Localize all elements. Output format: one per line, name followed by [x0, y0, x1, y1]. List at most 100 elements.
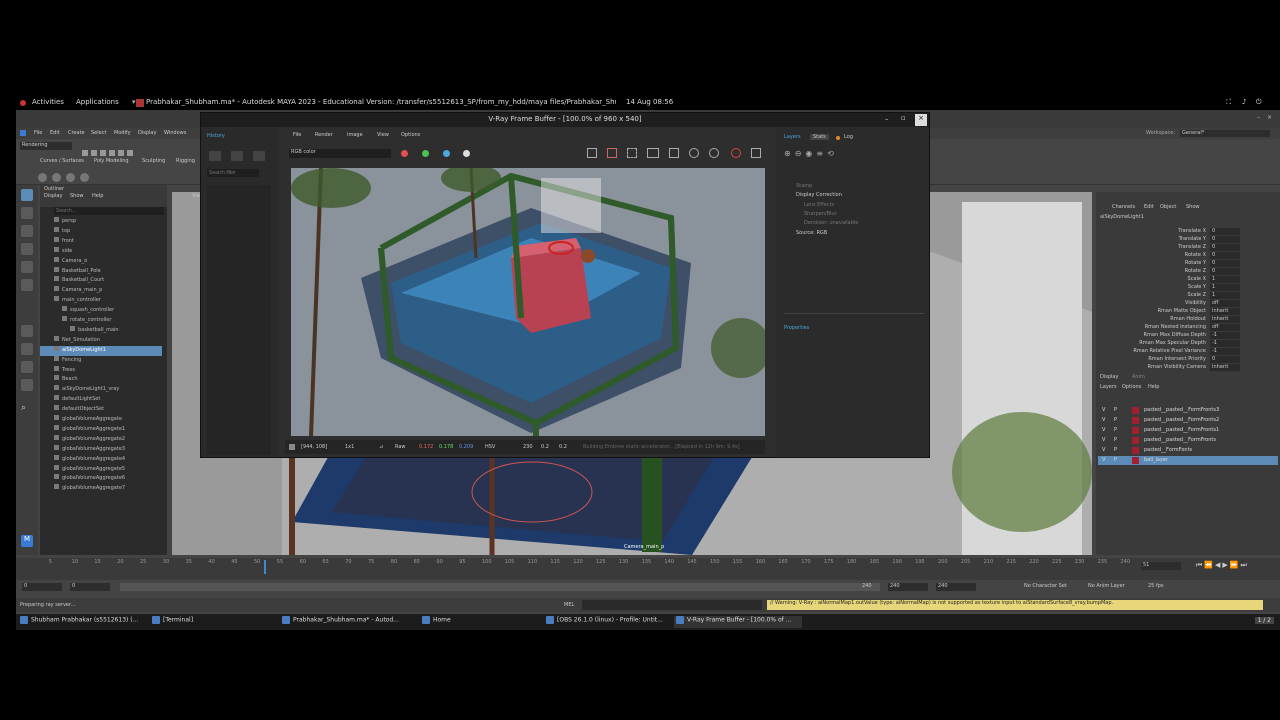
vfb-layer-item[interactable]: Stamp	[784, 183, 924, 191]
tab-stats[interactable]: Stats	[810, 134, 829, 140]
taskbar-item[interactable]: V-Ray Frame Buffer - [100.0% of ...	[674, 616, 802, 628]
network-icon[interactable]: ⛶	[1226, 98, 1231, 107]
outliner-item[interactable]: persp	[40, 217, 162, 227]
outliner-item[interactable]: side	[40, 246, 162, 257]
display-layer-row[interactable]: V Ppasted__FormFonts	[1098, 446, 1278, 455]
layer-name[interactable]: pasted__pasted__FormFronts3	[1144, 407, 1219, 413]
menu-modify[interactable]: Modify	[114, 130, 131, 136]
shelf-tab-curves[interactable]: Curves / Surfaces	[40, 158, 84, 164]
outliner-item[interactable]: Basketball_Court	[40, 276, 162, 286]
outliner-item[interactable]: Beach	[40, 375, 162, 385]
layer-name[interactable]: pasted__pasted__FormFronts2	[1144, 417, 1219, 423]
vfb-menu-options[interactable]: Options	[401, 132, 420, 138]
channel-attr-value[interactable]: 0	[1210, 268, 1240, 275]
vfb-layer-item[interactable]: Denoiser: unavailable	[784, 220, 924, 228]
taskbar-item[interactable]: [Terminal]	[150, 616, 276, 628]
fps-dropdown[interactable]: 25 fps	[1148, 583, 1164, 589]
layer-name[interactable]: pasted__pasted__FormFronts1	[1144, 427, 1219, 433]
display-layer-row[interactable]: V Pball_layer	[1098, 456, 1278, 465]
outliner-item[interactable]: squash_controller	[40, 306, 162, 316]
menu-select[interactable]: Select	[91, 130, 106, 136]
anim-end-field[interactable]: 240	[936, 583, 976, 591]
outliner-item[interactable]: Basketball_Pole	[40, 266, 162, 277]
anim-start-field[interactable]: 0	[70, 583, 110, 591]
outliner-item[interactable]: globalVolumeAggregate1	[40, 424, 162, 435]
outliner-item[interactable]: defaultLightSet	[40, 395, 162, 405]
layout-four-icon[interactable]	[21, 343, 33, 355]
outliner-menu-show[interactable]: Show	[70, 193, 84, 199]
layer-color-swatch[interactable]	[1132, 407, 1139, 414]
layer-playback-toggle[interactable]: P	[1114, 427, 1117, 433]
layer-name[interactable]: pasted__pasted__FormFronts	[1144, 437, 1216, 443]
channel-attr-value[interactable]: Inherit	[1210, 308, 1240, 315]
outliner-item[interactable]: basketball_main	[40, 325, 162, 336]
channel-attr-value[interactable]: 0	[1210, 244, 1240, 251]
time-slider[interactable]: 5 10 15 20 25 30 35 40 45 50 55 60 65 70 75 80 85 90 95 100…	[16, 558, 1280, 580]
vfb-menu-render[interactable]: Render	[315, 132, 333, 138]
outliner-item[interactable]: globalVolumeAggregate4	[40, 454, 162, 465]
close-icon[interactable]: ×	[915, 114, 927, 126]
layer-color-swatch[interactable]	[1132, 447, 1139, 454]
display-layer-row[interactable]: V Ppasted__pasted__FormFronts1	[1098, 426, 1278, 435]
channel-attr-value[interactable]: 1	[1210, 292, 1240, 299]
channel-menu-channels[interactable]: Channels	[1112, 204, 1135, 210]
power-icon[interactable]: ⏻	[1256, 98, 1262, 107]
end-frame-field[interactable]: 240	[888, 583, 928, 591]
move-tool-icon[interactable]	[21, 243, 33, 255]
mode-dropdown[interactable]: Rendering	[20, 142, 72, 150]
clear-image-icon[interactable]	[607, 148, 617, 158]
layer-visibility-toggle[interactable]: V	[1102, 417, 1105, 423]
close-icon[interactable]: ×	[1267, 114, 1272, 121]
vfb-layer-item[interactable]: Source: RGB	[784, 230, 924, 238]
layer-playback-toggle[interactable]: P	[1114, 447, 1117, 453]
display-layer-row[interactable]: V Ppasted__pasted__FormFronts3	[1098, 406, 1278, 415]
outliner-item[interactable]: Camera_o	[40, 256, 162, 267]
current-frame-field[interactable]: 51	[1141, 562, 1181, 570]
history-save-icon[interactable]	[209, 151, 221, 161]
save-image-icon[interactable]	[587, 148, 597, 158]
menu-create[interactable]: Create	[68, 130, 85, 136]
range-bar[interactable]	[120, 583, 880, 591]
display-layer-row[interactable]: V Ppasted__pasted__FormFronts	[1098, 436, 1278, 445]
channel-attr-value[interactable]: 1	[1210, 284, 1240, 291]
layer-name[interactable]: ball_layer	[1144, 457, 1168, 463]
outliner-item[interactable]: defaultObjectSet	[40, 405, 162, 415]
render-icon[interactable]	[689, 148, 699, 158]
channel-attr-value[interactable]: 1	[1210, 276, 1240, 283]
workspace-indicator[interactable]: 1 / 2	[1254, 617, 1274, 624]
history-load-icon[interactable]	[231, 151, 243, 161]
layer-name[interactable]: pasted__FormFonts	[1144, 447, 1192, 453]
channel-menu-object[interactable]: Object	[1160, 204, 1176, 210]
raw-toggle[interactable]: Raw	[395, 444, 406, 450]
minimize-icon[interactable]: –	[885, 115, 889, 123]
menu-windows[interactable]: Windows	[164, 130, 186, 136]
outliner-item[interactable]: front	[40, 236, 162, 247]
mel-input[interactable]	[582, 600, 762, 610]
layer-visibility-toggle[interactable]: V	[1102, 447, 1105, 453]
outliner-item[interactable]: rotate_controller	[40, 316, 162, 326]
layer-menu-layers[interactable]: Layers	[1100, 384, 1117, 390]
outliner-item[interactable]: main_controller	[40, 296, 162, 306]
layer-tool-icons[interactable]: ⊕⊖◉≡⟲	[784, 149, 924, 161]
outliner-item[interactable]: globalVolumeAggregate7	[40, 484, 162, 494]
start-frame-field[interactable]: 0	[22, 583, 62, 591]
channel-attr-value[interactable]: -1	[1210, 332, 1240, 339]
layer-visibility-toggle[interactable]: V	[1102, 457, 1105, 463]
layer-color-swatch[interactable]	[1132, 417, 1139, 424]
outliner-item[interactable]: aiSkyDomeLight1_vray	[40, 385, 162, 395]
vfb-menu-file[interactable]: File	[293, 132, 301, 138]
shelf-buttons[interactable]	[38, 167, 108, 182]
channel-attr-value[interactable]: 0	[1210, 356, 1240, 363]
layer-menu-help[interactable]: Help	[1148, 384, 1159, 390]
track-mouse-icon[interactable]	[669, 148, 679, 158]
render-interactive-icon[interactable]	[709, 148, 719, 158]
layer-visibility-toggle[interactable]: V	[1102, 407, 1105, 413]
channel-attr-value[interactable]: 0	[1210, 252, 1240, 259]
search-icon[interactable]: ⌕	[21, 403, 33, 415]
layer-playback-toggle[interactable]: P	[1114, 437, 1117, 443]
outliner-item[interactable]: Trees	[40, 365, 162, 376]
region-render-icon[interactable]	[627, 148, 637, 158]
outliner-item[interactable]: globalVolumeAggregate2	[40, 434, 162, 445]
zoom-dropdown[interactable]: 1x1	[345, 444, 354, 450]
outliner-menu-help[interactable]: Help	[92, 193, 103, 199]
